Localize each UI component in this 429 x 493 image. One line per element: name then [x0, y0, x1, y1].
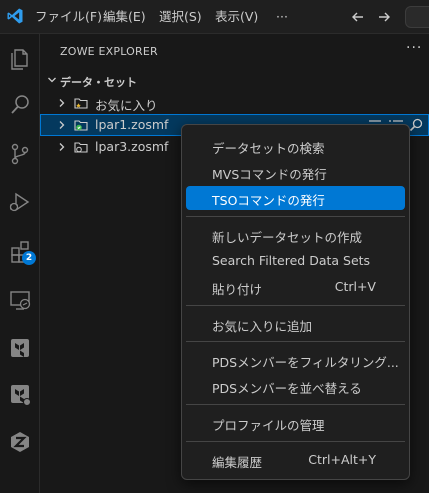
menu-item-label: MVSコマンドの発行 [212, 167, 327, 182]
command-center[interactable] [405, 6, 429, 28]
menu-item-manage-profile[interactable]: プロファイルの管理 [186, 411, 405, 435]
menu-item-label: データセットの検索 [212, 141, 325, 156]
menu-item-issue-tso-command[interactable]: TSOコマンドの発行 [186, 186, 405, 210]
menu-item-label: TSOコマンドの発行 [212, 193, 325, 208]
menu-item-label: Search Filtered Data Sets [212, 253, 371, 268]
vscode-logo-icon [7, 8, 23, 24]
search-icon[interactable] [4, 89, 36, 121]
menu-separator [186, 441, 405, 442]
terraform-cloud-icon[interactable] [4, 378, 36, 410]
activity-bar: 2 [0, 34, 40, 493]
connected-profile-icon [74, 120, 88, 131]
arrow-left-icon[interactable] [348, 7, 368, 27]
menu-separator [186, 341, 405, 342]
terraform-icon[interactable] [4, 332, 36, 364]
menu-item-filter-pds-members[interactable]: PDSメンバーをフィルタリング... [186, 348, 405, 372]
files-icon[interactable] [4, 42, 36, 74]
title-bar: ファイル(F) 編集(E) 選択(S) 表示(V) ··· [0, 0, 429, 34]
menu-selection[interactable]: 選択(S) [159, 8, 202, 26]
menu-view[interactable]: 表示(V) [215, 8, 258, 26]
menu-item-add-favorite[interactable]: お気に入りに追加 [186, 312, 405, 336]
menu-item-issue-mvs-command[interactable]: MVSコマンドの発行 [186, 160, 405, 184]
extensions-badge: 2 [22, 251, 36, 265]
tree-item-favorites[interactable]: お気に入り [40, 92, 429, 114]
tree-item-label: lpar3.zosmf [95, 139, 169, 154]
menu-item-sort-pds-members[interactable]: PDSメンバーを並べ替える [186, 374, 405, 398]
menu-item-label: 新しいデータセットの作成 [212, 230, 363, 245]
chevron-down-icon [48, 77, 56, 83]
menu-separator [186, 404, 405, 405]
zowe-icon[interactable] [4, 426, 36, 458]
sidebar-title: ZOWE EXPLORER [60, 45, 158, 58]
section-datasets[interactable]: データ・セット [40, 70, 429, 92]
menu-more[interactable]: ··· [276, 8, 288, 26]
menu-item-label: 貼り付け [212, 282, 263, 297]
favorites-folder-icon [74, 98, 88, 109]
source-control-icon[interactable] [4, 138, 36, 170]
menu-item-shortcut: Ctrl+V [334, 279, 376, 294]
menu-item-create-dataset[interactable]: 新しいデータセットの作成 [186, 223, 405, 247]
menu-edit[interactable]: 編集(E) [103, 8, 146, 26]
menu-item-label: PDSメンバーを並べ替える [212, 381, 362, 396]
menu-item-label: PDSメンバーをフィルタリング... [212, 355, 399, 370]
tree-item-label: lpar1.zosmf [95, 117, 169, 132]
menu-item-shortcut: Ctrl+Alt+Y [308, 452, 376, 467]
run-debug-icon[interactable] [4, 186, 36, 218]
menu-item-label: 編集履歴 [212, 455, 263, 470]
menu-file[interactable]: ファイル(F) [35, 8, 102, 26]
menu-item-label: お気に入りに追加 [212, 319, 313, 334]
menu-separator [186, 216, 405, 217]
tree-item-label: お気に入り [95, 98, 158, 113]
chevron-right-icon [59, 121, 65, 129]
arrow-right-icon[interactable] [374, 7, 394, 27]
section-label: データ・セット [60, 76, 137, 89]
search-icon[interactable] [408, 117, 424, 133]
menu-separator [186, 305, 405, 306]
menu-item-search-filtered-datasets[interactable]: Search Filtered Data Sets [186, 249, 405, 273]
menu-item-edit-history[interactable]: 編集履歴 Ctrl+Alt+Y [186, 448, 405, 472]
remote-explorer-icon[interactable] [4, 284, 36, 316]
sidebar-more-button[interactable]: ··· [406, 40, 422, 56]
context-menu: データセットの検索 MVSコマンドの発行 TSOコマンドの発行 新しいデータセッ… [181, 124, 410, 480]
chevron-right-icon [59, 143, 65, 151]
menu-item-paste[interactable]: 貼り付け Ctrl+V [186, 275, 405, 299]
chevron-right-icon [59, 99, 65, 107]
menu-item-search-datasets[interactable]: データセットの検索 [186, 134, 405, 158]
profile-icon [74, 142, 88, 153]
menu-item-label: プロファイルの管理 [212, 418, 325, 433]
